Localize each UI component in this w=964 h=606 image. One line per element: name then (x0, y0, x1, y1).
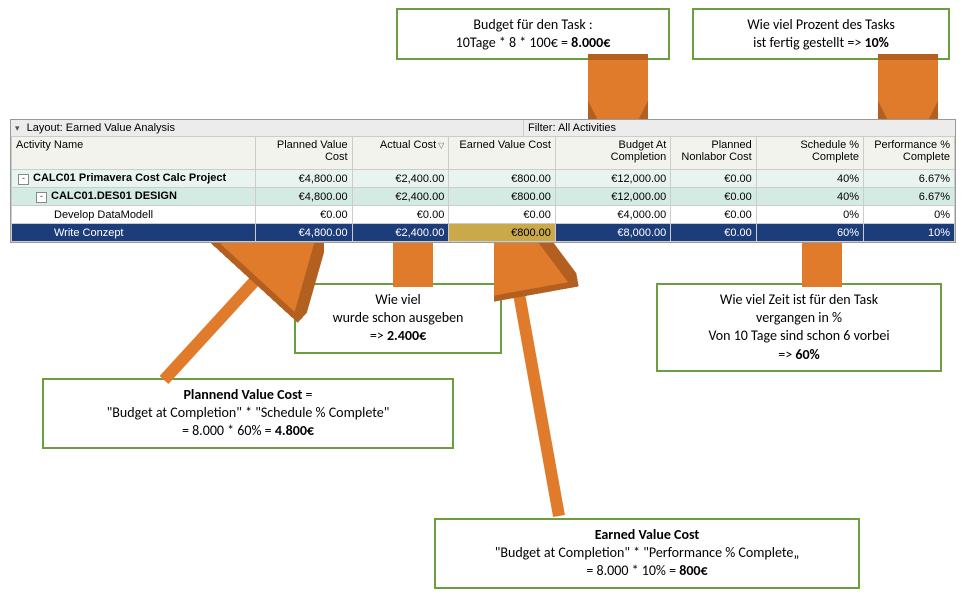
callout-bold: 800€ (679, 562, 707, 579)
layout-label: Layout: Earned Value Analysis (27, 122, 175, 134)
callout-bold: 2.400€ (387, 327, 426, 344)
col-header-perf-pct[interactable]: Performance % Complete (864, 137, 955, 170)
cell-sched-pct[interactable]: 40% (756, 170, 863, 188)
callout-text: Wie viel Zeit ist für den Task (720, 291, 878, 308)
callout-percent-done: Wie viel Prozent des Tasks ist fertig ge… (692, 8, 950, 60)
cell-perf-pct[interactable]: 6.67% (864, 188, 955, 206)
callout-spent: Wie viel wurde schon ausgeben => 2.400€ (294, 283, 502, 354)
cell-ev[interactable]: €800.00 (449, 170, 556, 188)
callout-text: Wie viel Prozent des Tasks (747, 16, 895, 33)
callout-text: = 8.000 * 60% = (182, 422, 275, 439)
cell-actual[interactable]: €2,400.00 (352, 224, 449, 242)
arrow-pv-to-cell (144, 228, 324, 388)
cell-activity-name[interactable]: Develop DataModell (12, 206, 256, 224)
cell-activity-name[interactable]: -CALC01.DES01 DESIGN (12, 188, 256, 206)
callout-bold: 4.800€ (275, 422, 314, 439)
cell-pv[interactable]: €4,800.00 (255, 170, 352, 188)
callout-time-elapsed: Wie viel Zeit ist für den Task vergangen… (656, 283, 942, 372)
tree-collapse-icon[interactable]: - (18, 174, 29, 185)
cell-nonlabor[interactable]: €0.00 (671, 188, 756, 206)
arrow-budget-to-bac (588, 54, 648, 129)
row-label: Develop DataModell (54, 209, 153, 221)
col-header-sched-pct[interactable]: Schedule % Complete (756, 137, 863, 170)
row-label: Write Conzept (54, 227, 124, 239)
cell-sched-pct[interactable]: 0% (756, 206, 863, 224)
cell-perf-pct[interactable]: 10% (864, 224, 955, 242)
arrow-ev-to-cell (494, 228, 594, 523)
callout-text: => (778, 346, 795, 363)
callout-text: vergangen in % (756, 309, 842, 326)
cell-pv[interactable]: €0.00 (255, 206, 352, 224)
chevron-down-icon: ▾ (15, 123, 20, 134)
cell-ev[interactable]: €800.00 (449, 188, 556, 206)
layout-selector[interactable]: ▾ Layout: Earned Value Analysis (11, 120, 524, 136)
callout-pv-cost: Plannend Value Cost = "Budget at Complet… (42, 378, 454, 449)
callout-text: Budget für den Task : (473, 16, 592, 33)
cell-sched-pct[interactable]: 40% (756, 188, 863, 206)
callout-text: wurde schon ausgeben (333, 309, 464, 326)
cell-ev[interactable]: €800.00 (449, 224, 556, 242)
activity-grid[interactable]: Activity Name Planned Value Cost Actual … (11, 136, 955, 242)
callout-text: Von 10 Tage sind schon 6 vorbei (708, 327, 889, 344)
callout-bold: Earned Value Cost (595, 526, 700, 543)
cell-ev[interactable]: €0.00 (449, 206, 556, 224)
row-label: Primavera Cost Calc Project (76, 172, 226, 184)
col-header-pv-cost[interactable]: Planned Value Cost (255, 137, 352, 170)
filter-selector[interactable]: Filter: All Activities (524, 120, 955, 136)
cell-actual[interactable]: €0.00 (352, 206, 449, 224)
activity-table-panel: ▾ Layout: Earned Value Analysis Filter: … (10, 119, 956, 243)
col-header-actual-cost[interactable]: Actual Cost▽ (352, 137, 449, 170)
table-row[interactable]: -CALC01.DES01 DESIGN€4,800.00€2,400.00€8… (12, 188, 955, 206)
callout-text: => (370, 327, 387, 344)
callout-text: 10Tage * 8 * 100€ = (456, 34, 571, 51)
col-header-activity-name[interactable]: Activity Name (12, 137, 256, 170)
cell-sched-pct[interactable]: 60% (756, 224, 863, 242)
col-header-bac[interactable]: Budget At Completion (555, 137, 670, 170)
col-header-nonlabor[interactable]: Planned Nonlabor Cost (671, 137, 756, 170)
callout-text: "Budget at Completion" * "Schedule % Com… (107, 404, 390, 421)
filter-label: Filter: All Activities (528, 122, 616, 134)
table-row[interactable]: Write Conzept €4,800.00€2,400.00€800.00€8… (12, 224, 955, 242)
callout-text: ist fertig gestellt => (753, 34, 864, 51)
cell-perf-pct[interactable]: 6.67% (864, 170, 955, 188)
tree-collapse-icon[interactable]: - (36, 192, 47, 203)
callout-bold: 10% (864, 34, 888, 51)
callout-bold: 60% (795, 346, 819, 363)
cell-perf-pct[interactable]: 0% (864, 206, 955, 224)
cell-pv[interactable]: €4,800.00 (255, 224, 352, 242)
cell-activity-name[interactable]: Write Conzept (12, 224, 256, 242)
row-label: DESIGN (132, 190, 177, 202)
callout-ev-cost: Earned Value Cost "Budget at Completion"… (434, 518, 860, 589)
row-code: CALC01.DES01 (51, 190, 132, 202)
table-row[interactable]: Develop DataModell€0.00€0.00€0.00€4,000.… (12, 206, 955, 224)
col-header-ev-cost[interactable]: Earned Value Cost (449, 137, 556, 170)
cell-nonlabor[interactable]: €0.00 (671, 224, 756, 242)
cell-nonlabor[interactable]: €0.00 (671, 170, 756, 188)
callout-text: = 8.000 * 10% = (586, 562, 679, 579)
cell-bac[interactable]: €8,000.00 (555, 224, 670, 242)
sort-indicator-icon: ▽ (438, 141, 444, 150)
cell-bac[interactable]: €4,000.00 (555, 206, 670, 224)
cell-bac[interactable]: €12,000.00 (555, 170, 670, 188)
callout-text: Wie viel (375, 291, 421, 308)
cell-nonlabor[interactable]: €0.00 (671, 206, 756, 224)
cell-activity-name[interactable]: -CALC01 Primavera Cost Calc Project (12, 170, 256, 188)
arrow-percent-to-perf (878, 54, 938, 129)
callout-text: "Budget at Completion" * "Performance % … (495, 544, 800, 561)
cell-actual[interactable]: €2,400.00 (352, 188, 449, 206)
row-code: CALC01 (33, 172, 76, 184)
callout-text: = (302, 386, 312, 403)
cell-pv[interactable]: €4,800.00 (255, 188, 352, 206)
callout-bold: 8.000€ (571, 34, 610, 51)
callout-bold: Plannend Value Cost (183, 386, 302, 403)
callout-budget-task: Budget für den Task : 10Tage * 8 * 100€ … (396, 8, 670, 60)
cell-bac[interactable]: €12,000.00 (555, 188, 670, 206)
table-row[interactable]: -CALC01 Primavera Cost Calc Project€4,80… (12, 170, 955, 188)
filter-bar: ▾ Layout: Earned Value Analysis Filter: … (11, 120, 955, 136)
cell-actual[interactable]: €2,400.00 (352, 170, 449, 188)
